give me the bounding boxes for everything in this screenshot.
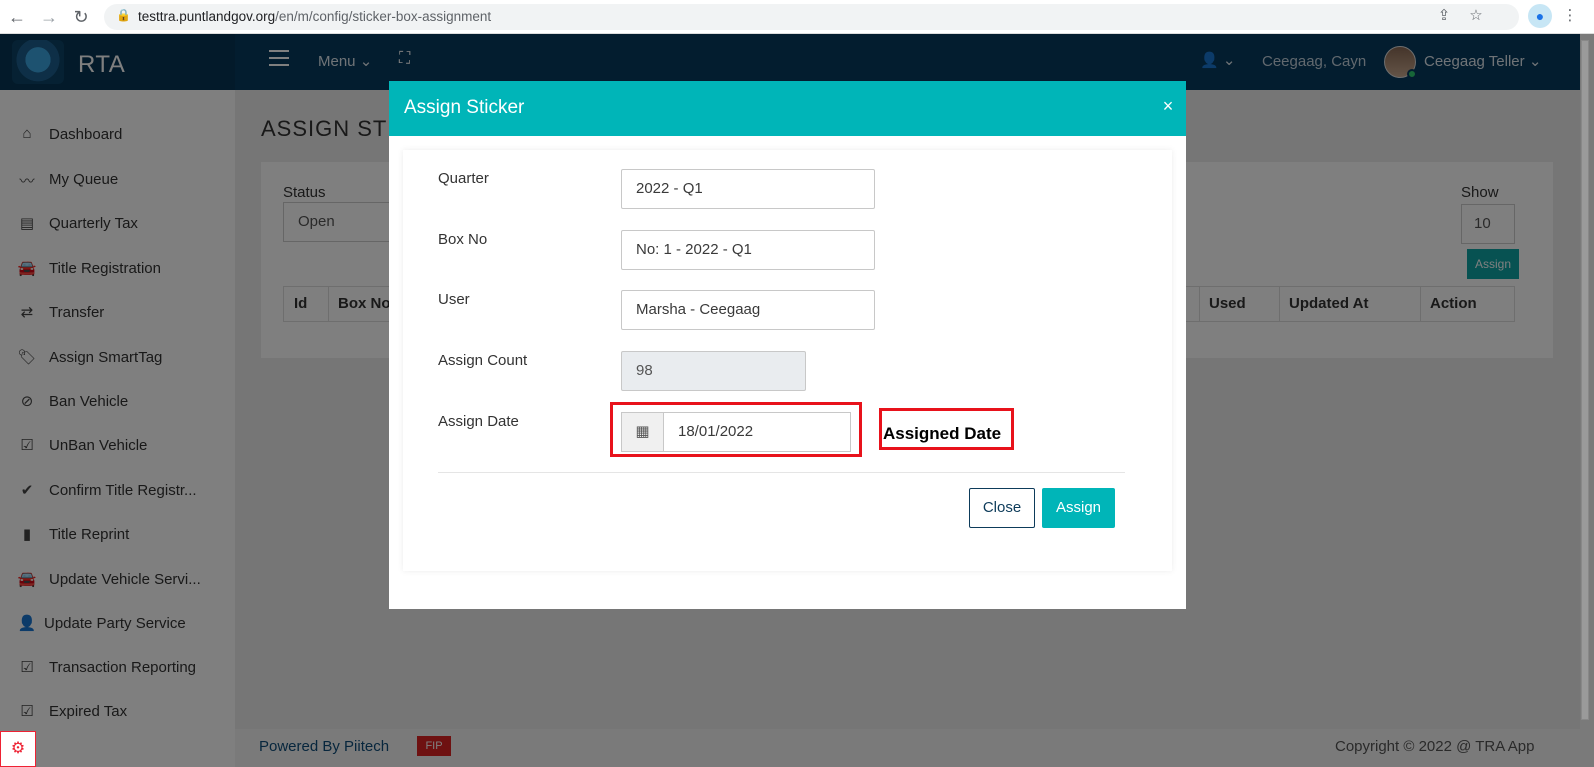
user-input[interactable]: Marsha - Ceegaag [621, 290, 875, 330]
box-no-input[interactable]: No: 1 - 2022 - Q1 [621, 230, 875, 270]
forward-icon[interactable]: → [38, 6, 60, 28]
url-text: testtra.puntlandgov.org/en/m/config/stic… [138, 9, 491, 24]
quarter-input[interactable]: 2022 - Q1 [621, 169, 875, 209]
url-host: testtra.puntlandgov.org [138, 9, 276, 24]
more-vert-icon[interactable]: ⋮ [1560, 6, 1580, 26]
scrollbar-thumb[interactable] [1581, 40, 1589, 720]
annotation-box-date [610, 402, 862, 457]
modal-title: Assign Sticker [404, 97, 525, 118]
reload-icon[interactable]: ↻ [70, 6, 92, 28]
address-bar[interactable]: 🔒 testtra.puntlandgov.org/en/m/config/st… [104, 4, 1519, 30]
lock-icon: 🔒 [116, 8, 131, 22]
close-button[interactable]: Close [969, 488, 1035, 528]
modal-body: Quarter 2022 - Q1 Box No No: 1 - 2022 - … [403, 150, 1172, 571]
divider [438, 472, 1125, 473]
back-icon[interactable]: ← [6, 6, 28, 28]
assign-count-label: Assign Count [438, 352, 528, 369]
profile-icon[interactable]: ● [1528, 4, 1552, 28]
modal-header: Assign Sticker × [389, 81, 1186, 136]
user-label: User [438, 291, 470, 308]
laravel-debug-icon[interactable]: ⚙ [0, 731, 36, 767]
assign-count-input: 98 [621, 351, 806, 391]
share-icon[interactable]: ⇪ [1434, 6, 1454, 26]
box-no-label: Box No [438, 231, 488, 248]
browser-toolbar: ← → ↻ 🔒 testtra.puntlandgov.org/en/m/con… [0, 0, 1594, 34]
assign-date-label: Assign Date [438, 413, 519, 430]
assign-sticker-modal: Assign Sticker × Quarter 2022 - Q1 Box N… [389, 81, 1186, 609]
quarter-label: Quarter [438, 170, 489, 187]
assign-submit-button[interactable]: Assign [1042, 488, 1115, 528]
close-icon[interactable]: × [1159, 95, 1177, 117]
url-path: /en/m/config/sticker-box-assignment [275, 9, 492, 24]
assigned-date-annotation: Assigned Date [883, 424, 1002, 443]
star-icon[interactable]: ☆ [1466, 6, 1486, 26]
